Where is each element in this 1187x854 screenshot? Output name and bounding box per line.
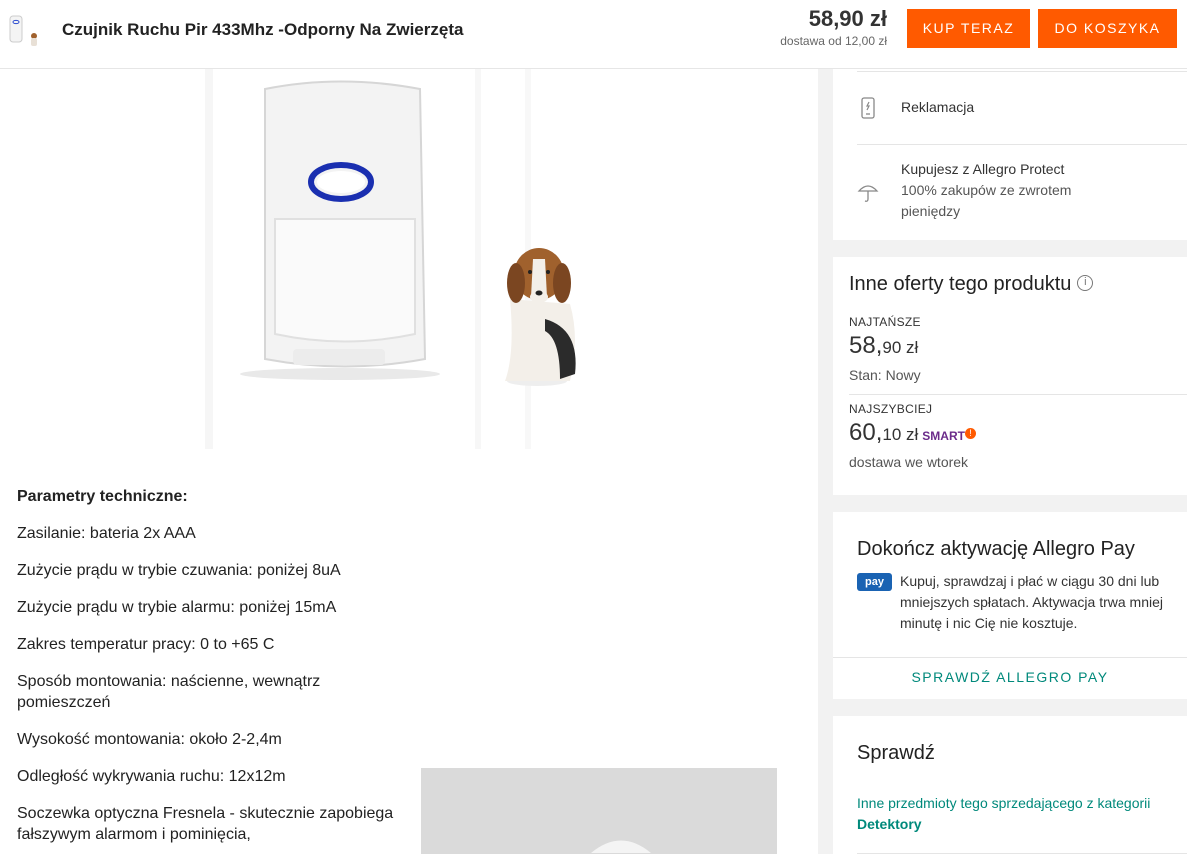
complaint-label: Reklamacja: [901, 99, 975, 115]
check-title: Sprawdź: [857, 742, 935, 764]
phone-document-icon: [861, 97, 875, 119]
divider: [857, 144, 1187, 145]
product-description: Parametry techniczne: Zasilanie: bateria…: [0, 69, 818, 854]
umbrella-icon: [857, 185, 879, 202]
shipping-cost: dostawa od 12,00 zł: [780, 34, 887, 48]
product-price: 58,90 zł: [808, 6, 887, 31]
technical-parameters: Parametry techniczne: Zasilanie: bateria…: [17, 488, 397, 854]
allegro-pay-logo: pay: [857, 573, 892, 591]
allegro-pay-text: Kupuj, sprawdzaj i płać w ciągu 30 dni l…: [900, 573, 1163, 631]
buyer-protection-card: Reklamacja Kupujesz z Allegro Protect 10…: [833, 69, 1187, 240]
smart-badge: SMART: [922, 429, 965, 443]
allegro-pay-title: Dokończ aktywację Allegro Pay: [857, 538, 1135, 560]
cheapest-price-main: 58,: [849, 332, 883, 359]
fastest-label: NAJSZYBCIEJ: [849, 402, 933, 416]
cheapest-price[interactable]: 58,90 zł: [849, 332, 918, 360]
fastest-delivery: dostawa we wtorek: [849, 454, 969, 470]
protect-description: 100% zakupów ze zwrotem pieniędzy: [901, 182, 1072, 219]
check-card: Sprawdź Inne przedmioty tego sprzedające…: [833, 716, 1187, 854]
other-offers-card: Inne oferty tego produktu i NAJTAŃSZE 58,…: [833, 257, 1187, 495]
add-to-cart-button[interactable]: DO KOSZYKA: [1038, 9, 1177, 48]
parameter-line: Zasilanie: bateria 2x AAA: [17, 525, 196, 542]
product-image[interactable]: [175, 69, 625, 449]
fastest-price-rest: 10 zł: [882, 425, 919, 444]
parameter-line: Zakres temperatur pracy: 0 to +65 C: [17, 636, 275, 653]
info-icon[interactable]: i: [1077, 274, 1094, 291]
parameter-line: Odległość wykrywania ruchu: 12x12m: [17, 768, 286, 785]
divider: [857, 71, 1187, 72]
parameter-line: Zużycie prądu w trybie alarmu: poniżej 1…: [17, 599, 337, 616]
category-name: Detektory: [857, 816, 922, 832]
cheapest-price-rest: 90 zł: [882, 338, 919, 357]
product-thumbnail[interactable]: [7, 13, 43, 49]
parameter-line: Sposób montowania: naścienne, wewnątrz p…: [17, 673, 321, 711]
sticky-product-header: Czujnik Ruchu Pir 433Mhz -Odporny Na Zwi…: [0, 0, 1187, 69]
other-offers-title-text: Inne oferty tego produktu: [849, 273, 1072, 295]
parameters-heading: Parametry techniczne:: [17, 488, 188, 505]
product-photo-secondary[interactable]: [421, 768, 777, 854]
parameter-line: Zużycie prądu w trybie czuwania: poniżej…: [17, 562, 341, 579]
allegro-pay-card: Dokończ aktywację Allegro Pay pay Kupuj,…: [833, 512, 1187, 699]
divider: [849, 394, 1187, 395]
cheapest-label: NAJTAŃSZE: [849, 315, 921, 329]
protect-title: Kupujesz z Allegro Protect: [901, 161, 1065, 177]
fastest-price[interactable]: 60,10 zł SMART!: [849, 419, 976, 447]
buy-now-button[interactable]: KUP TERAZ: [907, 9, 1030, 48]
seller-category-link-text: Inne przedmioty tego sprzedającego z kat…: [857, 795, 1151, 811]
cheapest-condition: Stan: Nowy: [849, 367, 921, 383]
check-allegro-pay-link[interactable]: SPRAWDŹ ALLEGRO PAY: [833, 669, 1187, 685]
right-sidebar: Reklamacja Kupujesz z Allegro Protect 10…: [818, 69, 1187, 854]
seller-category-link[interactable]: Inne przedmioty tego sprzedającego z kat…: [857, 793, 1150, 835]
smart-info-icon: !: [964, 428, 976, 440]
divider: [833, 657, 1187, 658]
parameter-line: Soczewka optyczna Fresnela - skutecznie …: [17, 805, 394, 843]
parameter-line: Wysokość montowania: około 2-2,4m: [17, 731, 282, 748]
fastest-price-main: 60,: [849, 419, 883, 446]
other-offers-title: Inne oferty tego produktu i: [849, 273, 1094, 296]
product-title: Czujnik Ruchu Pir 433Mhz -Odporny Na Zwi…: [62, 20, 464, 39]
